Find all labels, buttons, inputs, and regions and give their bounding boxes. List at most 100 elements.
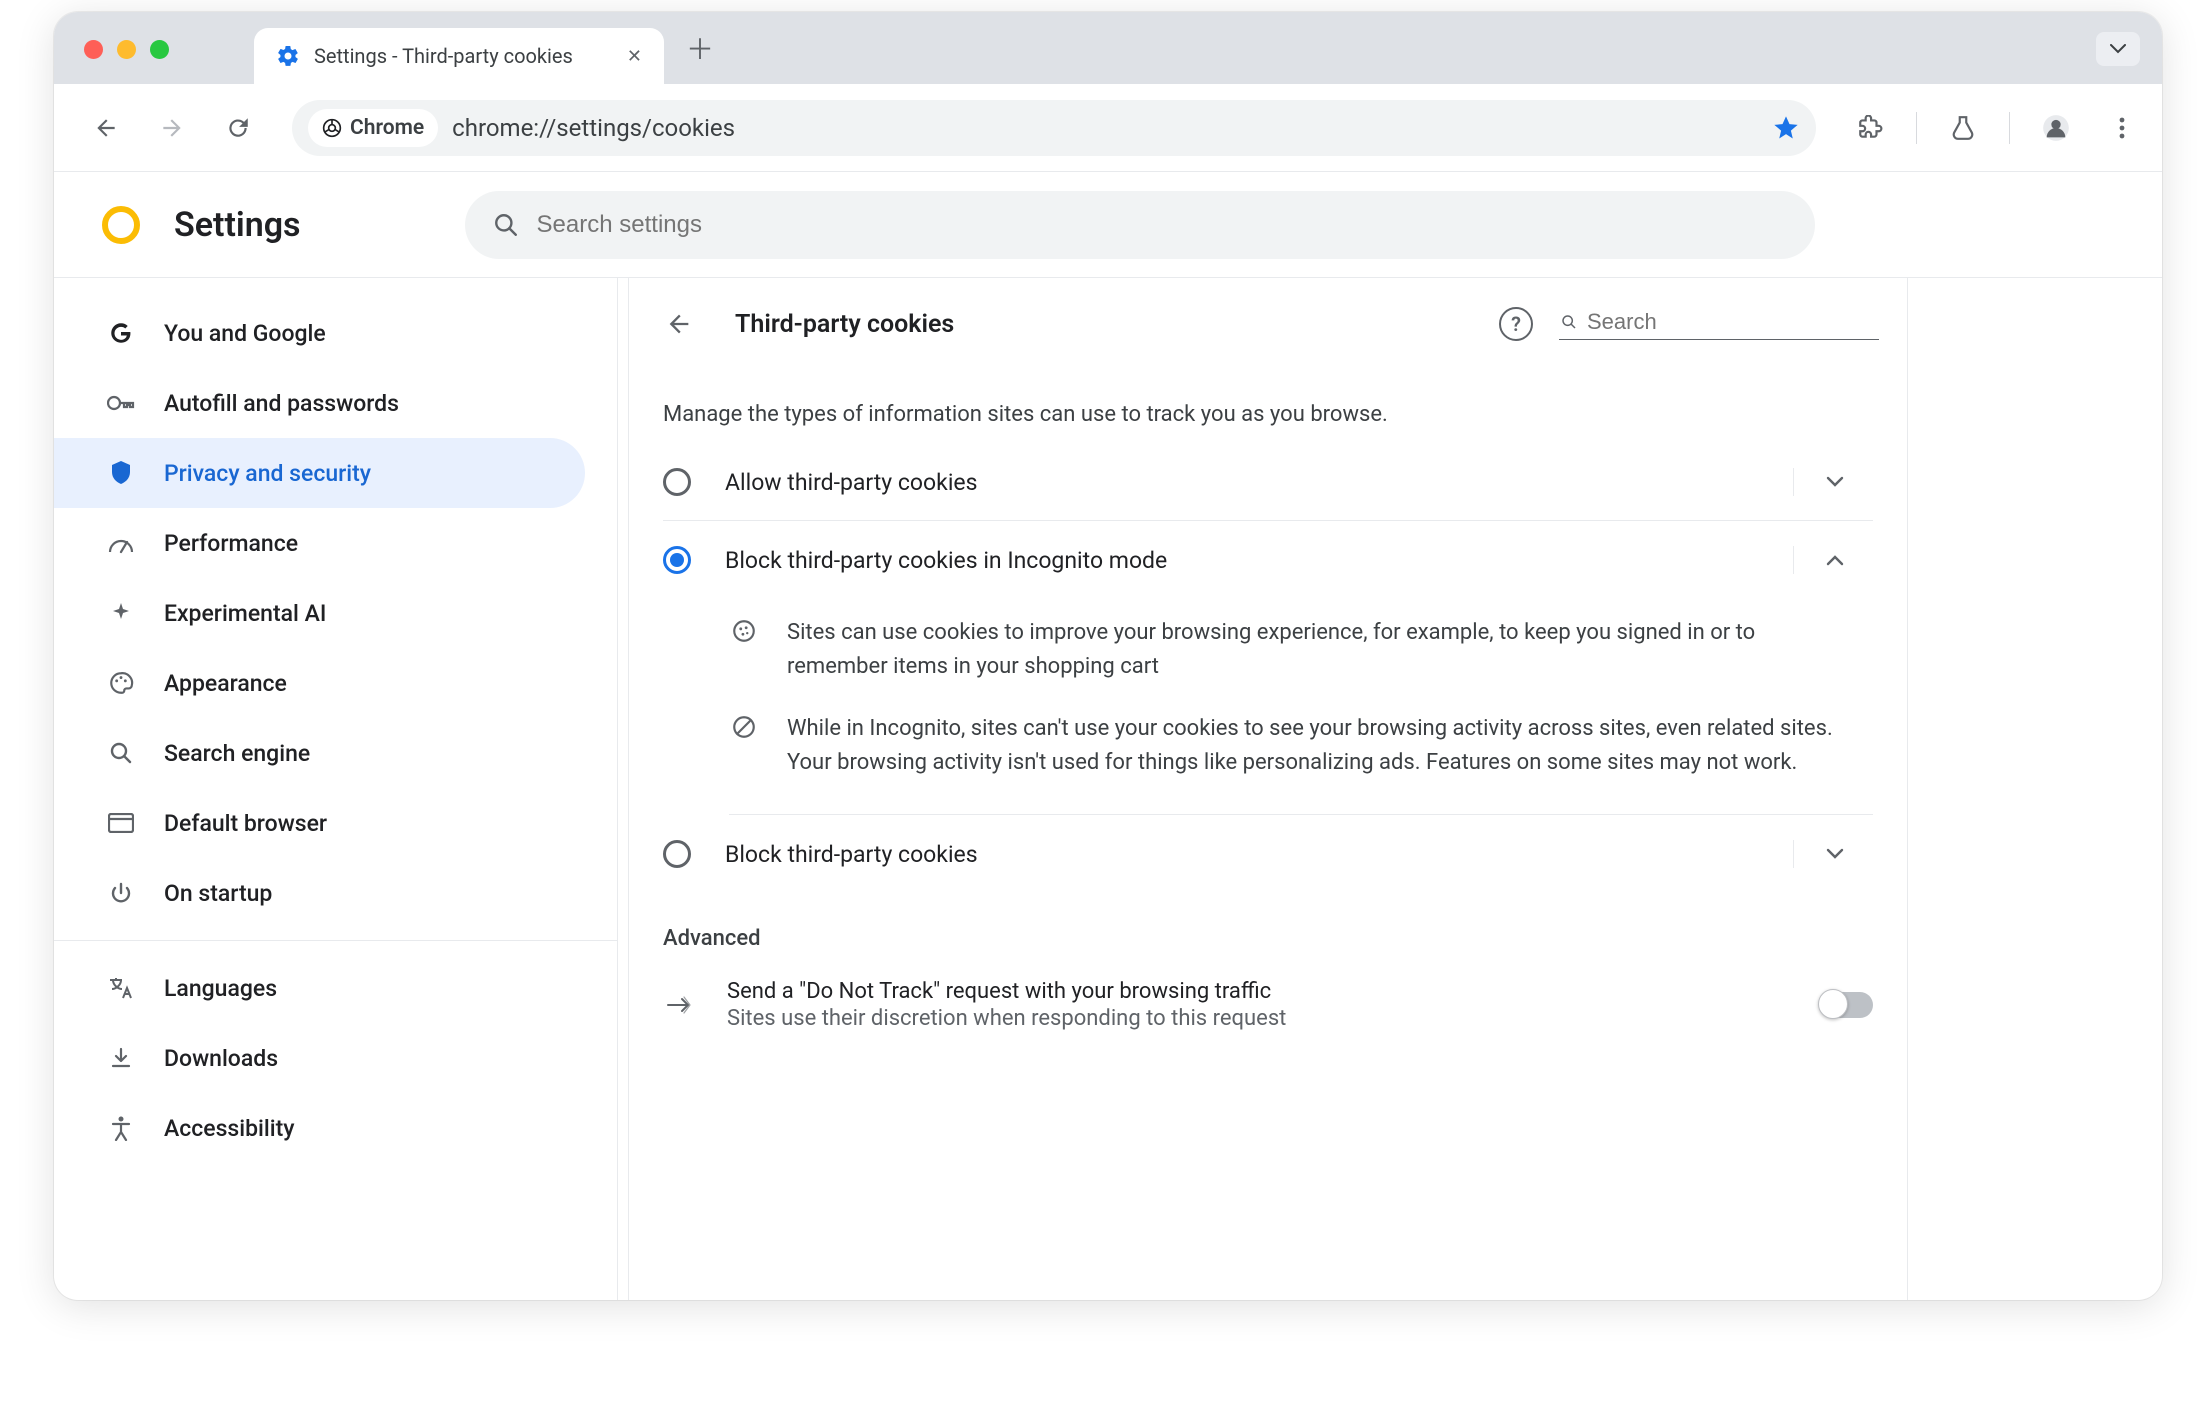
kebab-menu-button[interactable]: [2102, 108, 2142, 148]
speedometer-icon: [106, 528, 136, 558]
chevron-down-icon: [1826, 848, 1844, 860]
sidebar-item-you-and-google[interactable]: You and Google: [54, 298, 585, 368]
option-label: Block third-party cookies in Incognito m…: [725, 547, 1793, 574]
shield-icon: [106, 458, 136, 488]
chrome-logo-icon: [102, 206, 140, 244]
option-label: Allow third-party cookies: [725, 469, 1793, 496]
minimize-window-button[interactable]: [117, 40, 136, 59]
search-settings-input[interactable]: [537, 211, 1787, 239]
key-icon: [106, 388, 136, 418]
sidebar-item-default-browser[interactable]: Default browser: [54, 788, 585, 858]
separator: [2009, 112, 2010, 144]
sidebar-item-label: On startup: [164, 880, 272, 907]
do-not-track-row[interactable]: Send a "Do Not Track" request with your …: [629, 955, 1907, 1031]
content-panel: Third-party cookies ? Manage the types o…: [628, 278, 1908, 1300]
sidebar-divider: [54, 940, 617, 941]
chevron-up-icon: [1826, 554, 1844, 566]
sidebar-item-downloads[interactable]: Downloads: [54, 1023, 585, 1093]
sidebar-item-accessibility[interactable]: Accessibility: [54, 1093, 585, 1163]
tab-overflow-button[interactable]: [2096, 32, 2140, 66]
detail-text: While in Incognito, sites can't use your…: [787, 712, 1833, 780]
section-advanced-label: Advanced: [629, 892, 1907, 955]
back-to-privacy-button[interactable]: [659, 304, 699, 344]
option-block-incognito[interactable]: Block third-party cookies in Incognito m…: [629, 521, 1907, 598]
sidebar-item-autofill[interactable]: Autofill and passwords: [54, 368, 585, 438]
browser-tab[interactable]: Settings - Third-party cookies ✕: [254, 28, 664, 84]
sidebar-item-appearance[interactable]: Appearance: [54, 648, 585, 718]
collapse-button[interactable]: [1793, 546, 1875, 574]
close-window-button[interactable]: [84, 40, 103, 59]
sidebar-item-label: Default browser: [164, 810, 327, 837]
palette-icon: [106, 668, 136, 698]
sparkle-icon: [106, 598, 136, 628]
sidebar: You and Google Autofill and passwords Pr…: [54, 278, 618, 1300]
sidebar-item-label: Appearance: [164, 670, 287, 697]
sidebar-item-on-startup[interactable]: On startup: [54, 858, 585, 928]
sidebar-item-privacy[interactable]: Privacy and security: [54, 438, 585, 508]
sidebar-item-label: Search engine: [164, 740, 310, 767]
app-title: Settings: [174, 205, 301, 245]
page-search-input[interactable]: [1587, 309, 1875, 335]
help-button[interactable]: ?: [1499, 307, 1533, 341]
forward-button[interactable]: [152, 108, 192, 148]
search-icon: [1561, 311, 1577, 333]
maximize-window-button[interactable]: [150, 40, 169, 59]
extensions-button[interactable]: [1850, 108, 1890, 148]
site-chip[interactable]: Chrome: [308, 109, 438, 147]
option-label: Block third-party cookies: [725, 841, 1793, 868]
separator: [1916, 112, 1917, 144]
google-g-icon: [106, 318, 136, 348]
advanced-row-subtitle: Sites use their discretion when respondi…: [727, 1006, 1286, 1031]
sidebar-item-experimental-ai[interactable]: Experimental AI: [54, 578, 585, 648]
send-icon: [663, 994, 697, 1016]
expand-button[interactable]: [1793, 468, 1875, 496]
advanced-row-title: Send a "Do Not Track" request with your …: [727, 979, 1286, 1004]
download-icon: [106, 1043, 136, 1073]
option-block-third-party[interactable]: Block third-party cookies: [629, 815, 1907, 892]
search-icon: [493, 212, 519, 238]
description-text: Manage the types of information sites ca…: [629, 362, 1907, 443]
labs-button[interactable]: [1943, 108, 1983, 148]
site-chip-label: Chrome: [350, 116, 424, 140]
do-not-track-toggle[interactable]: [1819, 992, 1873, 1018]
bookmark-star-icon[interactable]: [1772, 114, 1800, 142]
profile-button[interactable]: [2036, 108, 2076, 148]
radio-unchecked-icon[interactable]: [663, 468, 691, 496]
accessibility-icon: [106, 1113, 136, 1143]
gear-icon: [276, 44, 300, 68]
cookie-icon: [729, 616, 759, 684]
toggle-knob-icon: [1818, 989, 1848, 1019]
sidebar-item-performance[interactable]: Performance: [54, 508, 585, 578]
settings-header: Settings: [54, 172, 2162, 278]
sidebar-item-label: You and Google: [164, 320, 326, 347]
search-in-page[interactable]: [1559, 309, 1879, 340]
sidebar-item-search-engine[interactable]: Search engine: [54, 718, 585, 788]
sidebar-item-label: Downloads: [164, 1045, 278, 1072]
window-controls: [84, 40, 169, 59]
back-button[interactable]: [86, 108, 126, 148]
block-icon: [729, 712, 759, 780]
browser-toolbar: Chrome chrome://settings/cookies: [54, 84, 2162, 172]
search-icon: [106, 738, 136, 768]
chevron-down-icon: [1826, 476, 1844, 488]
option-allow-third-party[interactable]: Allow third-party cookies: [629, 443, 1907, 520]
sidebar-item-label: Experimental AI: [164, 600, 326, 627]
translate-icon: [106, 973, 136, 1003]
close-tab-button[interactable]: ✕: [623, 42, 646, 71]
sidebar-item-label: Privacy and security: [164, 460, 371, 487]
sidebar-item-label: Performance: [164, 530, 298, 557]
omnibox[interactable]: Chrome chrome://settings/cookies: [292, 100, 1816, 156]
radio-checked-icon[interactable]: [663, 546, 691, 574]
new-tab-button[interactable]: ＋: [686, 28, 714, 68]
expand-button[interactable]: [1793, 840, 1875, 868]
radio-unchecked-icon[interactable]: [663, 840, 691, 868]
sidebar-item-label: Languages: [164, 975, 277, 1002]
sidebar-item-label: Autofill and passwords: [164, 390, 399, 417]
sidebar-item-languages[interactable]: Languages: [54, 953, 585, 1023]
search-settings-field[interactable]: [465, 191, 1815, 259]
page-title: Third-party cookies: [735, 310, 1473, 339]
reload-button[interactable]: [218, 108, 258, 148]
url-text: chrome://settings/cookies: [452, 114, 1758, 142]
sidebar-item-label: Accessibility: [164, 1115, 295, 1142]
tab-title: Settings - Third-party cookies: [314, 44, 609, 68]
